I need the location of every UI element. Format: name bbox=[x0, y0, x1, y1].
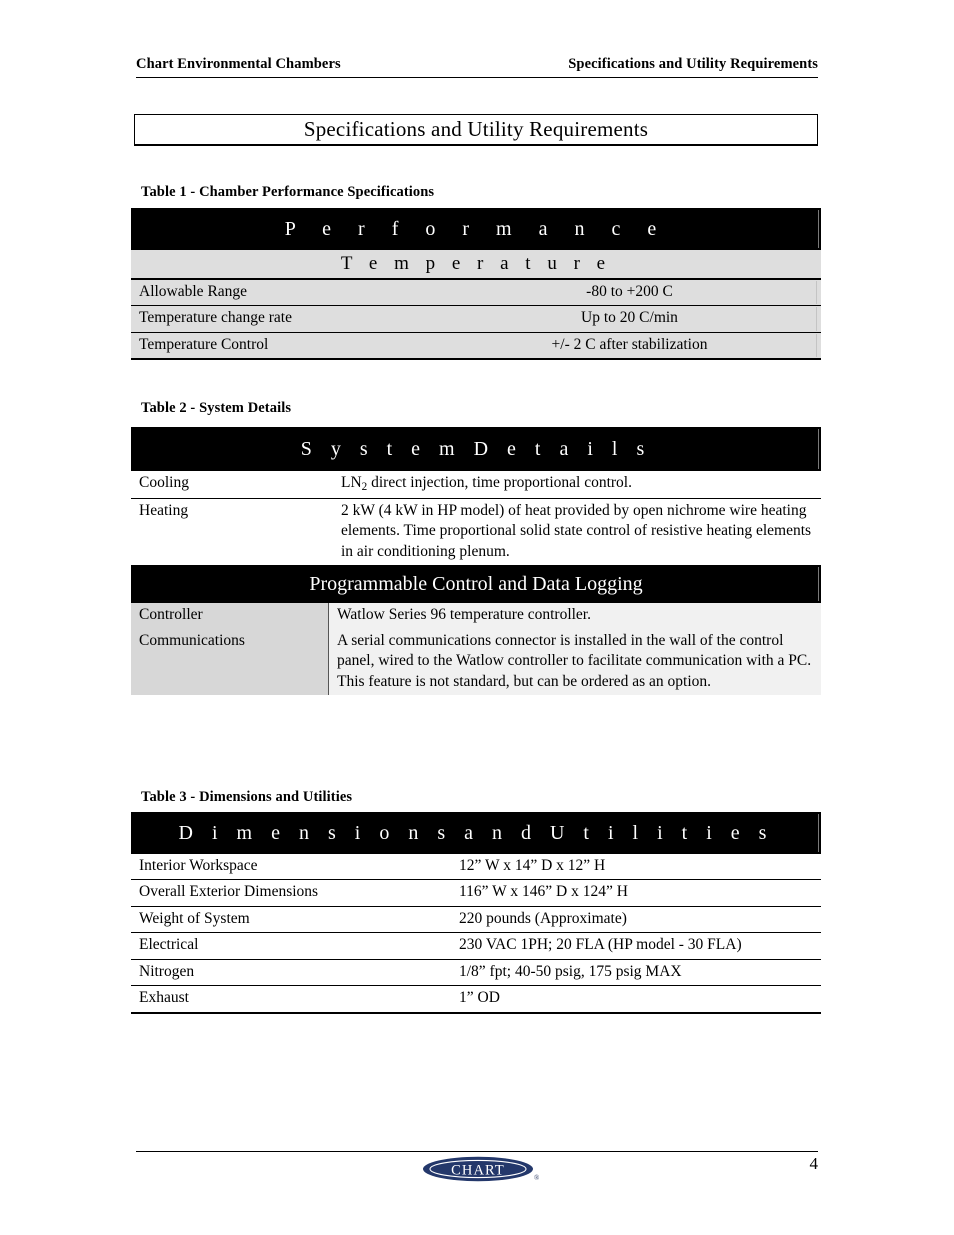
table-3-black-header-label: D i m e n s i o n s a n d U t i l i t i … bbox=[178, 822, 774, 844]
cooling-value-pre: LN bbox=[341, 474, 362, 491]
table-cell-value: 1” OD bbox=[459, 989, 500, 1007]
table-row: Electrical 230 VAC 1PH; 20 FLA (HP model… bbox=[131, 933, 821, 960]
table-1-gray-header-label: T e m p e r a t u r e bbox=[340, 253, 612, 274]
table-cell-key: Overall Exterior Dimensions bbox=[139, 883, 319, 901]
table-cell-key: Temperature Control bbox=[139, 335, 269, 353]
chart-logo: CHART bbox=[422, 1156, 534, 1182]
table-cell-value: A serial communications connector is ins… bbox=[329, 628, 821, 695]
header-rule bbox=[136, 77, 818, 78]
svg-text:CHART: CHART bbox=[451, 1162, 505, 1178]
table-cell-value: +/- 2 C after stabilization bbox=[551, 335, 708, 353]
table-row: Exhaust 1” OD bbox=[131, 986, 821, 1014]
table-cell-value: 12” W x 14” D x 12” H bbox=[459, 857, 606, 874]
page-number: 4 bbox=[809, 1154, 819, 1173]
running-header: Chart Environmental Chambers Specificati… bbox=[136, 56, 818, 73]
document-page: Chart Environmental Chambers Specificati… bbox=[0, 0, 954, 1235]
table-cell-key: Communications bbox=[131, 628, 329, 695]
chart-logo-icon: CHART bbox=[423, 1156, 533, 1182]
table-cell-value: 2 kW (4 kW in HP model) of heat provided… bbox=[341, 501, 812, 560]
table-cell-key: Controller bbox=[131, 603, 329, 629]
table-cell-value: 220 pounds (Approximate) bbox=[459, 909, 627, 927]
table-1-chamber-performance-specifications: P e r f o r m a n c e T e m p e r a t u … bbox=[131, 208, 821, 361]
table-cell-key: Allowable Range bbox=[139, 283, 248, 300]
table-cell-key: Weight of System bbox=[139, 909, 250, 927]
table-3-black-header: D i m e n s i o n s a n d U t i l i t i … bbox=[131, 812, 821, 854]
table-2-black-header: S y s t e m D e t a i l s bbox=[131, 427, 821, 471]
table-cell-value: -80 to +200 C bbox=[586, 283, 673, 300]
cooling-value-post: direct injection, time proportional cont… bbox=[367, 474, 632, 491]
table-cell-key: Temperature change rate bbox=[139, 309, 292, 327]
table-border-edge bbox=[818, 210, 819, 248]
table-row: Communications A serial communications c… bbox=[131, 628, 821, 695]
table-cell-key: Interior Workspace bbox=[139, 857, 258, 874]
table-border-edge bbox=[818, 567, 819, 602]
table-row: Weight of System 220 pounds (Approximate… bbox=[131, 906, 821, 934]
table-cell-key: Nitrogen bbox=[139, 962, 195, 980]
table-cell-value: Watlow Series 96 temperature controller. bbox=[329, 603, 821, 629]
table-cell-value: 116” W x 146” D x 124” H bbox=[459, 883, 628, 901]
table-2-black-header-2: Programmable Control and Data Logging bbox=[131, 565, 821, 604]
table-row: Nitrogen 1/8” fpt; 40-50 psig, 175 psig … bbox=[131, 959, 821, 987]
table-border-edge bbox=[818, 429, 819, 469]
row-edge-line bbox=[816, 307, 817, 331]
footer-rule bbox=[136, 1151, 818, 1152]
table-row: Allowable Range -80 to +200 C bbox=[131, 280, 821, 307]
table-row: Temperature change rate Up to 20 C/min bbox=[131, 306, 821, 333]
page-title-box: Specifications and Utility Requirements bbox=[134, 114, 818, 146]
running-header-right: Specifications and Utility Requirements bbox=[568, 56, 818, 72]
logo-trademark: ® bbox=[534, 1174, 540, 1182]
table-cell-value: 1/8” fpt; 40-50 psig, 175 psig MAX bbox=[459, 962, 682, 980]
table-2-caption: Table 2 - System Details bbox=[141, 400, 292, 416]
table-row: Temperature Control +/- 2 C after stabil… bbox=[131, 332, 821, 361]
table-cell-value: 230 VAC 1PH; 20 FLA (HP model - 30 FLA) bbox=[459, 936, 742, 954]
table-border-edge bbox=[818, 814, 819, 852]
table-1-black-header: P e r f o r m a n c e bbox=[131, 208, 821, 250]
table-cell-value: LN2 direct injection, time proportional … bbox=[333, 471, 821, 498]
table-row: Interior Workspace 12” W x 14” D x 12” H bbox=[131, 854, 821, 881]
row-edge-line bbox=[816, 281, 817, 305]
running-header-left: Chart Environmental Chambers bbox=[136, 56, 341, 72]
table-2-black-header-label: S y s t e m D e t a i l s bbox=[300, 438, 652, 460]
table-row: Heating 2 kW (4 kW in HP model) of heat … bbox=[131, 498, 821, 566]
table-cell-key: Exhaust bbox=[139, 989, 189, 1007]
table-3-dimensions-and-utilities: D i m e n s i o n s a n d U t i l i t i … bbox=[131, 812, 821, 1014]
table-row: Controller Watlow Series 96 temperature … bbox=[131, 603, 821, 629]
table-row: Overall Exterior Dimensions 116” W x 146… bbox=[131, 880, 821, 907]
table-1-caption: Table 1 - Chamber Performance Specificat… bbox=[141, 184, 435, 200]
table-1-black-header-label: P e r f o r m a n c e bbox=[284, 218, 668, 240]
table-2-system-details: S y s t e m D e t a i l s Cooling LN2 di… bbox=[131, 427, 821, 695]
table-row: Cooling LN2 direct injection, time propo… bbox=[131, 471, 821, 499]
table-cell-value: Up to 20 C/min bbox=[581, 309, 678, 327]
table-cell-key: Cooling bbox=[139, 474, 189, 491]
table-3-caption: Table 3 - Dimensions and Utilities bbox=[141, 789, 353, 805]
table-cell-key: Electrical bbox=[139, 936, 199, 954]
table-2-black-header-2-label: Programmable Control and Data Logging bbox=[309, 573, 643, 596]
table-1-gray-header: T e m p e r a t u r e bbox=[131, 250, 821, 280]
row-edge-line bbox=[816, 333, 817, 358]
page-title: Specifications and Utility Requirements bbox=[303, 117, 649, 141]
table-cell-key: Heating bbox=[139, 501, 189, 519]
